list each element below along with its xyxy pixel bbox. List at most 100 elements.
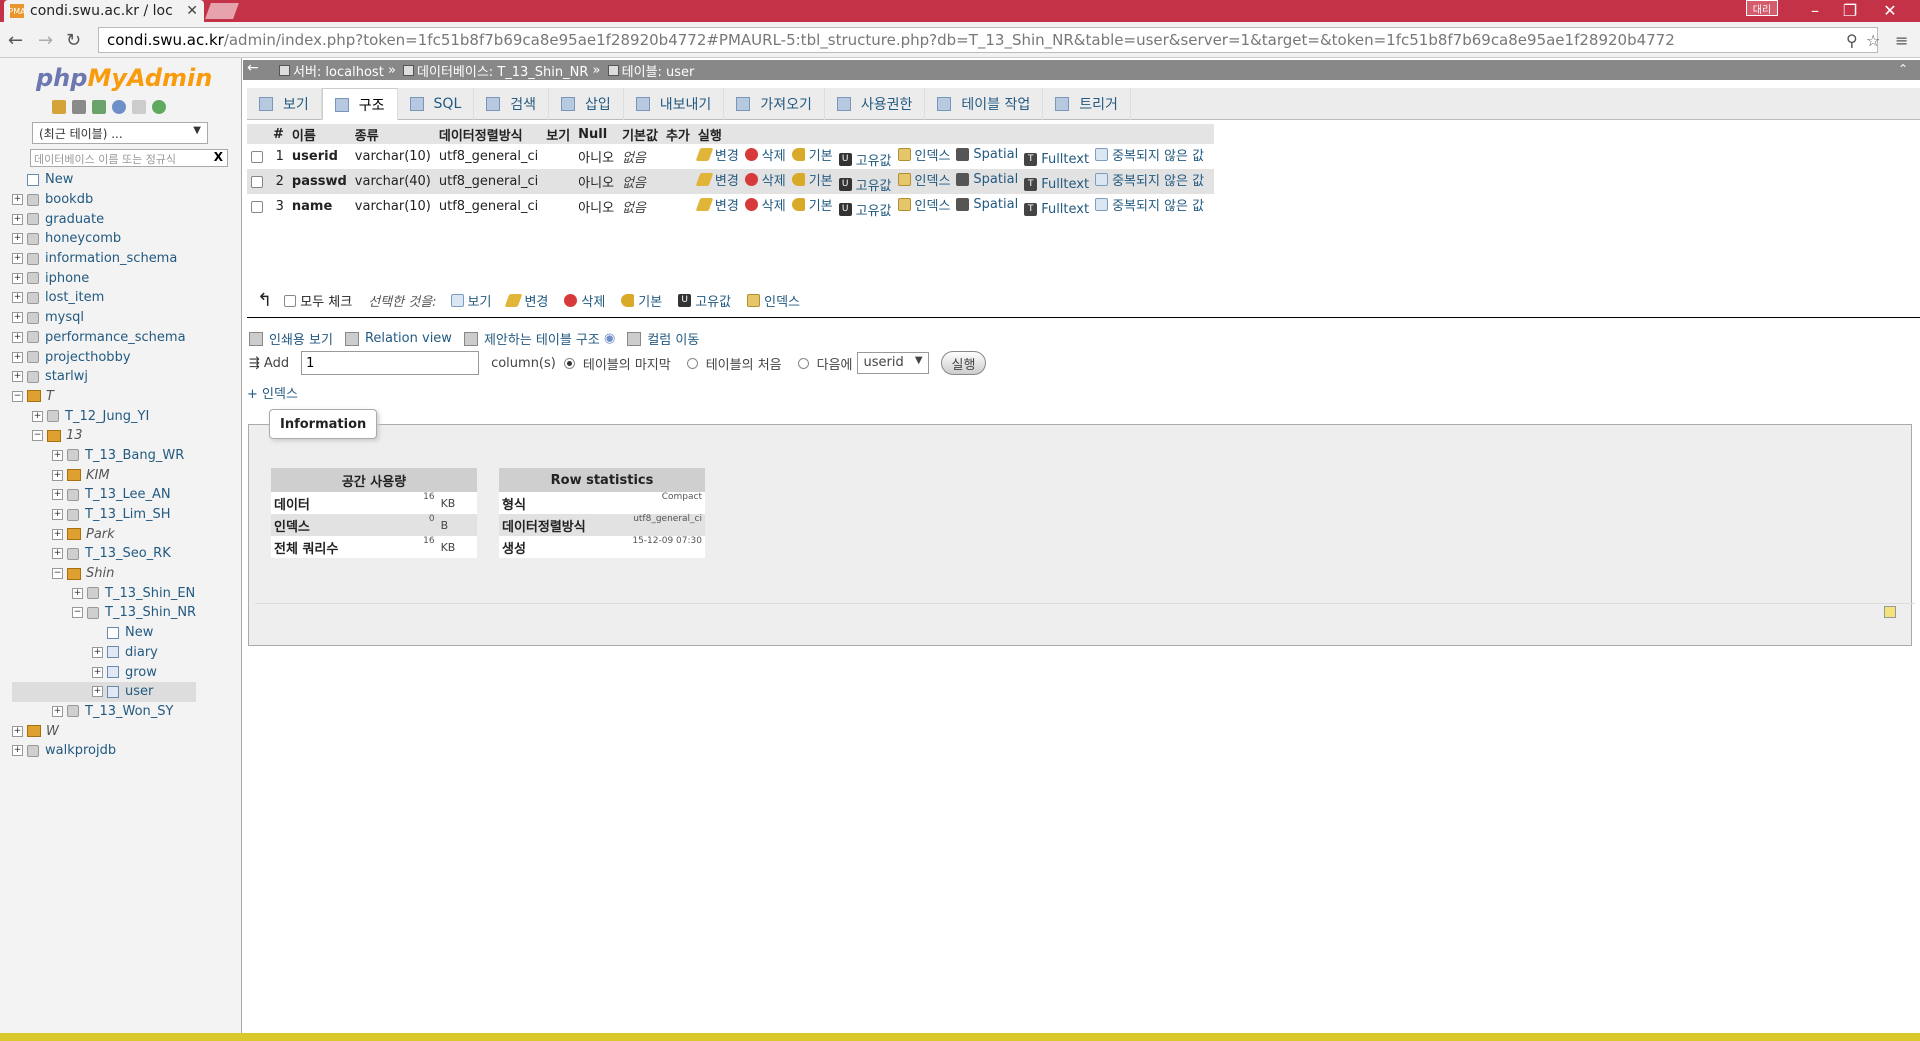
expand-icon[interactable]: + (12, 312, 23, 324)
at-end-radio[interactable] (563, 357, 575, 369)
after-column-select[interactable]: userid ▼ (856, 352, 929, 374)
collapse-icon[interactable]: − (32, 430, 43, 442)
tree-item-db[interactable]: + T_13_Bang_WR (12, 446, 196, 466)
expand-icon[interactable]: + (52, 449, 63, 461)
change-button[interactable]: 변경 (695, 145, 739, 164)
reload-nav-icon[interactable] (152, 100, 166, 114)
tree-item-new[interactable]: New (12, 170, 196, 190)
bookmark-star-icon[interactable]: ☆ (1866, 31, 1880, 50)
collapse-icon[interactable]: − (12, 390, 23, 402)
index-button[interactable]: 인덱스 (897, 195, 950, 214)
scroll-up-icon[interactable]: ⌃ (1898, 62, 1908, 76)
tab-menu-item[interactable]: 구조 (321, 88, 398, 120)
tree-item-db[interactable]: − T_13_Shin_NR (12, 603, 196, 623)
tree-item-table[interactable]: + grow (12, 662, 196, 682)
expand-icon[interactable]: + (12, 351, 23, 363)
console-icon[interactable] (1884, 606, 1896, 618)
logout-icon[interactable] (72, 100, 86, 114)
expand-icon[interactable]: + (52, 548, 63, 560)
check-all-checkbox[interactable] (284, 294, 297, 307)
at-start-radio[interactable] (686, 357, 698, 369)
fulltext-button[interactable]: T Fulltext (1024, 202, 1089, 217)
primary-button[interactable]: 기본 (791, 170, 833, 189)
docs-icon[interactable] (132, 100, 146, 114)
tree-item-db[interactable]: + iphone (12, 268, 196, 288)
fulltext-button[interactable]: T Fulltext (1024, 152, 1089, 167)
home-icon[interactable] (52, 100, 66, 114)
expand-icon[interactable]: + (92, 666, 103, 678)
row-checkbox[interactable] (251, 175, 263, 188)
expand-icon[interactable]: + (12, 725, 23, 737)
tree-item-db[interactable]: + mysql (12, 308, 196, 328)
reload-icon[interactable]: ↻ (66, 30, 81, 51)
column-count-input[interactable] (301, 351, 480, 375)
expand-icon[interactable]: + (12, 233, 23, 245)
help-icon[interactable]: ◉ (604, 331, 615, 346)
check-all-label[interactable]: 모두 체크 (300, 291, 352, 310)
relation-view-link[interactable]: Relation view (344, 331, 452, 346)
expand-icon[interactable]: + (52, 528, 63, 540)
unique-button[interactable]: U 고유값 (838, 175, 892, 194)
move-columns-link[interactable]: 컬럼 이동 (627, 329, 699, 348)
expand-icon[interactable]: + (12, 213, 23, 225)
breadcrumb-database[interactable]: 데이터베이스: T_13_Shin_NR (417, 61, 588, 80)
tree-item-db[interactable]: + T_13_Lee_AN (12, 485, 196, 505)
expand-icon[interactable]: + (12, 745, 23, 757)
query-window-icon[interactable] (92, 100, 106, 114)
tree-item-db[interactable]: + lost_item (12, 288, 196, 308)
unique-button[interactable]: U 고유값 (838, 200, 892, 219)
at-start-label[interactable]: 테이블의 처음 (706, 354, 782, 373)
bulk-primary-button[interactable]: 기본 (621, 291, 662, 310)
user-badge[interactable]: 대리 (1746, 0, 1778, 16)
tree-item-db[interactable]: + T_12_Jung_YI (12, 406, 196, 426)
restore-icon[interactable]: ❐ (1835, 0, 1865, 20)
drop-button[interactable]: 삭제 (744, 145, 786, 164)
expand-icon[interactable]: + (12, 371, 23, 383)
tree-item-group[interactable]: − 13 (12, 426, 196, 446)
expand-icon[interactable]: + (92, 686, 103, 698)
index-toggle-link[interactable]: + 인덱스 (247, 383, 298, 402)
tree-item-db[interactable]: + T_13_Seo_RK (12, 544, 196, 564)
expand-icon[interactable]: + (52, 469, 63, 481)
tree-item-group[interactable]: + W (12, 721, 196, 741)
distinct-values-button[interactable]: 중복되지 않은 값 (1095, 145, 1204, 164)
tree-item-db[interactable]: + bookdb (12, 190, 196, 210)
db-filter-input[interactable]: 데이터베이스 이름 또는 정규식 X (30, 149, 228, 167)
fulltext-button[interactable]: T Fulltext (1024, 177, 1089, 192)
collapse-icon[interactable]: − (52, 568, 63, 580)
expand-icon[interactable]: + (32, 410, 43, 422)
tab-menu-item[interactable]: 보기 (247, 88, 322, 120)
expand-icon[interactable]: + (12, 292, 23, 304)
distinct-values-button[interactable]: 중복되지 않은 값 (1095, 170, 1204, 189)
breadcrumb-server[interactable]: 서버: localhost (293, 61, 384, 80)
tree-item-group[interactable]: + KIM (12, 465, 196, 485)
tab-menu-item[interactable]: 검색 (474, 88, 550, 120)
tree-item-db[interactable]: + T_13_Won_SY (12, 702, 196, 722)
bulk-unique-button[interactable]: U 고유값 (678, 291, 731, 310)
tab-menu-item[interactable]: 삽입 (549, 88, 624, 120)
change-button[interactable]: 변경 (695, 170, 739, 189)
print-view-link[interactable]: 인쇄용 보기 (249, 329, 333, 348)
spatial-button[interactable]: Spatial (956, 197, 1018, 212)
tab-menu-item[interactable]: 트리거 (1043, 88, 1131, 120)
minimize-icon[interactable]: – (1800, 0, 1830, 20)
at-end-label[interactable]: 테이블의 마지막 (583, 354, 671, 373)
collapse-nav-icon[interactable]: ← (247, 60, 259, 76)
drop-button[interactable]: 삭제 (744, 195, 786, 214)
phpmyadmin-logo[interactable]: phpMyAdmin (36, 64, 212, 92)
change-button[interactable]: 변경 (695, 195, 739, 214)
menu-icon[interactable]: ≡ (1895, 31, 1908, 50)
tab-close-icon[interactable]: ✕ (186, 3, 198, 19)
after-label[interactable]: 다음에 (817, 354, 853, 373)
expand-icon[interactable]: + (12, 272, 23, 284)
propose-structure-link[interactable]: 제안하는 테이블 구조 ◉ (463, 329, 615, 348)
browser-tab[interactable]: PMA condi.swu.ac.kr / loc ✕ (4, 0, 204, 22)
expand-icon[interactable]: + (12, 331, 23, 343)
bulk-index-button[interactable]: 인덱스 (747, 291, 800, 310)
bulk-drop-button[interactable]: 삭제 (564, 291, 605, 310)
tab-menu-item[interactable]: 사용권한 (825, 88, 926, 120)
url-input[interactable]: condi.swu.ac.kr/admin/index.php?token=1f… (98, 27, 1878, 53)
tree-item-db[interactable]: + walkprojdb (12, 741, 196, 761)
tree-item-new[interactable]: New (12, 623, 196, 643)
new-tab-button[interactable] (205, 3, 239, 19)
